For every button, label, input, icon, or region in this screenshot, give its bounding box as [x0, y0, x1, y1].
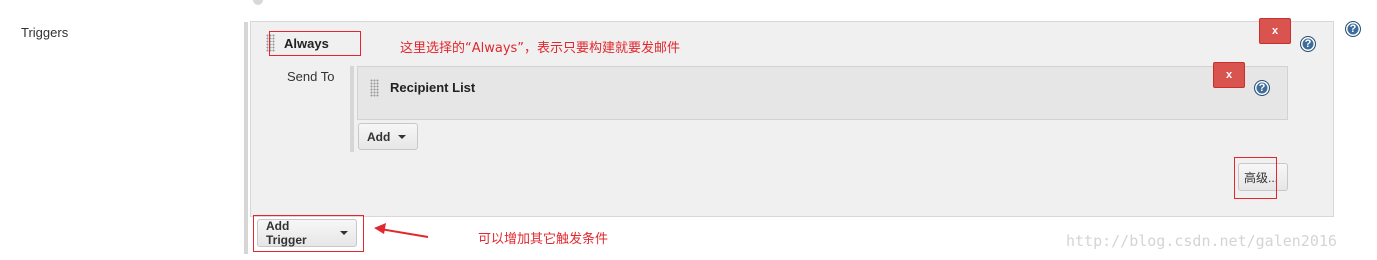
annotation-add-trigger-note: 可以增加其它触发条件 — [478, 232, 609, 247]
annotation-box-always — [269, 31, 361, 56]
recipient-help-icon[interactable]: ? — [1254, 80, 1270, 96]
annotation-arrow-icon — [374, 223, 429, 238]
add-recipient-button[interactable]: Add — [358, 123, 418, 150]
chevron-down-icon — [398, 134, 407, 139]
send-to-label: Send To — [287, 69, 335, 84]
recipient-list-panel — [357, 66, 1288, 120]
add-button-label: Add — [367, 129, 391, 144]
trigger-help-icon[interactable]: ? — [1300, 36, 1316, 52]
previous-row-strip — [0, 0, 1377, 10]
triggers-section-bar — [244, 22, 248, 254]
drag-handle-icon[interactable] — [370, 79, 379, 97]
watermark-text: http://blog.csdn.net/galen2016 — [1066, 232, 1337, 250]
delete-trigger-button[interactable]: x — [1259, 18, 1291, 44]
delete-recipient-button[interactable]: x — [1213, 62, 1245, 88]
annotation-box-advanced — [1234, 157, 1277, 199]
send-to-section-bar — [350, 66, 354, 152]
recipient-name: Recipient List — [390, 80, 476, 95]
triggers-field-label: Triggers — [21, 25, 69, 40]
triggers-help-icon[interactable]: ? — [1345, 21, 1361, 37]
annotation-box-add-trigger — [253, 215, 364, 252]
annotation-always-note: 这里选择的“Always”，表示只要构建就要发邮件 — [400, 41, 681, 56]
